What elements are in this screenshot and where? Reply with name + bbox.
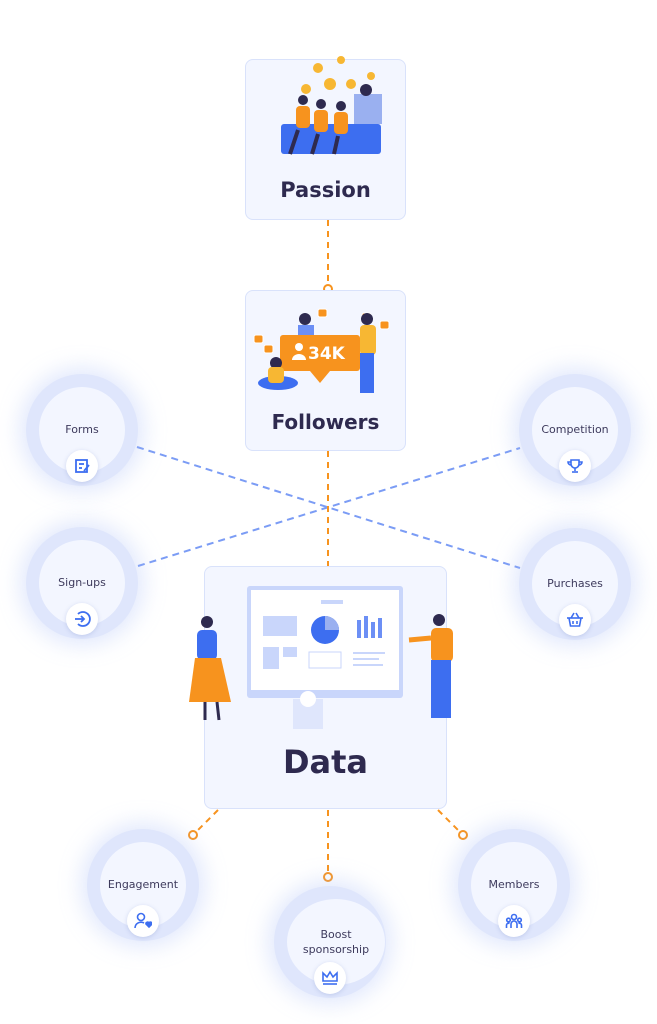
followers-card: 34K Followers [245, 290, 406, 451]
basket-icon [559, 604, 591, 636]
node-signups[interactable]: Sign-ups [26, 527, 138, 639]
connector-dot [323, 872, 333, 882]
crown-icon [314, 962, 346, 994]
sign-in-icon [66, 603, 98, 635]
connector-data-engagement [195, 809, 219, 833]
data-card: Data [189, 566, 453, 809]
followers-title: Followers [271, 410, 380, 434]
form-edit-icon [66, 450, 98, 482]
dashboard-presentation-illustration [189, 586, 453, 729]
connector-dot [458, 830, 468, 840]
connector-dot [188, 830, 198, 840]
node-forms[interactable]: Forms [26, 374, 138, 486]
connector-data-members [437, 809, 461, 833]
node-purchases[interactable]: Purchases [519, 528, 631, 640]
followers-count-badge: 34K [308, 344, 345, 364]
node-members[interactable]: Members [458, 829, 570, 941]
trophy-icon [559, 450, 591, 482]
passion-card: Passion [245, 56, 406, 220]
node-competition[interactable]: Competition [519, 374, 631, 486]
user-heart-icon [127, 905, 159, 937]
group-icon [498, 905, 530, 937]
node-engagement[interactable]: Engagement [87, 829, 199, 941]
passion-title: Passion [280, 178, 371, 202]
fans-cheering-illustration [281, 56, 382, 155]
node-boost-sponsorship[interactable]: Boost sponsorship [274, 886, 386, 998]
data-title: Data [282, 743, 369, 781]
